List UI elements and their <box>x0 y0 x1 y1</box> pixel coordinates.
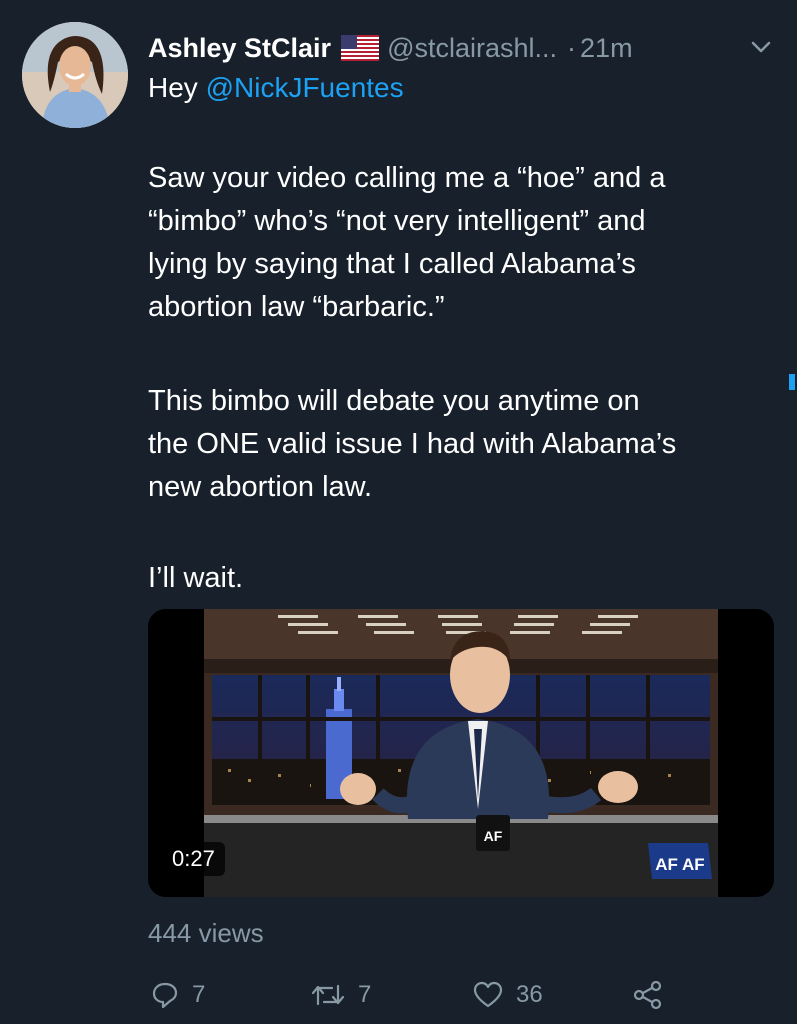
tweet-time[interactable]: 21m <box>580 33 633 64</box>
video-duration: 0:27 <box>162 842 225 876</box>
tweet-paragraph-1: Saw your video calling me a “hoe” and a … <box>148 157 768 329</box>
avatar-photo <box>22 22 128 128</box>
like-button[interactable]: 36 <box>472 978 543 1012</box>
reply-button[interactable]: 7 <box>150 978 205 1012</box>
heart-icon <box>473 981 503 1008</box>
retweet-icon <box>311 984 345 1006</box>
reply-prefix: Hey <box>148 72 206 103</box>
mention-link[interactable]: @NickJFuentes <box>206 72 404 103</box>
like-count: 36 <box>516 981 543 1008</box>
tweet-paragraph-3: I’ll wait. <box>148 557 768 600</box>
us-flag-icon <box>341 35 380 61</box>
scroll-indicator <box>789 374 795 390</box>
text-line: new abortion law. <box>148 471 373 503</box>
text-line: lying by saying that I called Alabama’s <box>148 248 636 280</box>
chevron-down-icon[interactable] <box>748 34 774 60</box>
text-line: “bimbo” who’s “not very intelligent” and <box>148 205 646 237</box>
author-name[interactable]: Ashley StClair <box>148 33 331 64</box>
reply-line: Hey @NickJFuentes <box>148 72 404 104</box>
video-thumbnail: AF AF AF <box>148 609 774 897</box>
retweet-button[interactable]: 7 <box>310 978 371 1012</box>
reply-count: 7 <box>192 981 206 1008</box>
text-line: the ONE valid issue I had with Alabama’s <box>148 428 677 460</box>
text-line: I’ll wait. <box>148 562 244 594</box>
corner-logo: AF AF <box>655 855 704 874</box>
text-line: abortion law “barbaric.” <box>148 291 445 323</box>
share-button[interactable] <box>632 978 676 1012</box>
mug-logo: AF <box>484 828 503 844</box>
author-handle[interactable]: @stclairashl... <box>387 33 557 64</box>
reply-icon <box>152 982 178 1009</box>
separator: · <box>567 32 577 63</box>
tweet-header: Ashley StClair @stclairashl... · 21m <box>148 28 633 68</box>
video-player[interactable]: AF AF AF <box>148 609 774 897</box>
text-line: Saw your video calling me a “hoe” and a <box>148 162 666 194</box>
text-line: This bimbo will debate you anytime on <box>148 385 640 417</box>
tweet-paragraph-2: This bimbo will debate you anytime on th… <box>148 380 768 509</box>
avatar[interactable] <box>22 22 128 128</box>
view-count: 444 views <box>148 918 264 948</box>
retweet-count: 7 <box>358 981 372 1008</box>
share-icon <box>633 980 662 1010</box>
